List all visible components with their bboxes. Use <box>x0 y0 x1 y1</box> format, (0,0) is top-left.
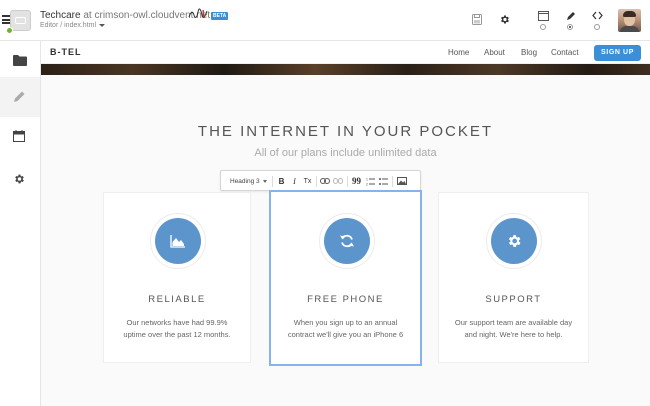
gear-icon <box>15 174 24 184</box>
signup-button[interactable]: SIGN UP <box>594 45 641 61</box>
status-check-icon <box>6 27 13 34</box>
cloudcannon-editor: Techcare at crimson-owl.cloudvent.net BE… <box>0 0 650 406</box>
icon-ring <box>486 213 542 269</box>
code-view-radio[interactable] <box>594 24 600 30</box>
icon-ring <box>319 213 375 269</box>
visual-view-icon[interactable] <box>538 11 549 21</box>
toolbar-divider <box>392 176 393 187</box>
nav-link-contact[interactable]: Contact <box>551 48 579 57</box>
feature-card-free-phone[interactable]: FREE PHONE When you sign up to an annual… <box>269 190 422 366</box>
site-name: Techcare <box>40 10 81 21</box>
sidebar-item-editor[interactable] <box>0 77 40 117</box>
menu-icon[interactable] <box>2 15 10 24</box>
sidebar-item-files[interactable] <box>0 41 40 81</box>
nav-link-blog[interactable]: Blog <box>521 48 537 57</box>
sidebar-item-settings[interactable] <box>0 160 40 200</box>
section-title[interactable]: THE INTERNET IN YOUR POCKET <box>41 123 650 140</box>
refresh-icon <box>340 234 354 248</box>
top-bar: Techcare at crimson-owl.cloudvent.net BE… <box>0 0 650 41</box>
site-preview: B-TEL Home About Blog Contact SIGN UP TH… <box>41 41 650 406</box>
site-title: Techcare at crimson-owl.cloudvent.net <box>40 10 210 21</box>
feature-card-support[interactable]: SUPPORT Our support team are available d… <box>438 192 589 363</box>
image-icon[interactable] <box>397 177 407 185</box>
chevron-down-icon <box>262 179 267 183</box>
card-text[interactable]: Our networks have had 99.9% uptime over … <box>118 317 236 341</box>
bold-button[interactable]: B <box>276 175 287 188</box>
icon-circle <box>491 218 537 264</box>
pencil-icon[interactable] <box>566 11 576 21</box>
beta-badge: BETA <box>211 12 229 20</box>
icon-ring <box>150 213 206 269</box>
toolbar-divider <box>272 176 273 187</box>
jekyll-logo-icon <box>188 8 208 19</box>
feature-card-reliable[interactable]: RELIABLE Our networks have had 99.9% upt… <box>103 192 251 363</box>
formatting-toolbar: Heading 3 B I Tx 99 1 2 <box>220 170 421 191</box>
link-icon[interactable] <box>320 178 330 184</box>
toolbar-divider <box>347 176 348 187</box>
nav-link-home[interactable]: Home <box>448 48 469 57</box>
sidebar <box>0 41 41 406</box>
format-select-value: Heading 3 <box>230 178 260 185</box>
card-title[interactable]: SUPPORT <box>439 294 588 305</box>
pencil-icon <box>14 91 25 102</box>
unlink-icon[interactable] <box>333 178 343 184</box>
content-view-radio[interactable] <box>567 24 573 30</box>
format-select[interactable]: Heading 3 <box>225 175 269 188</box>
save-icon[interactable] <box>472 14 482 25</box>
section-subtitle[interactable]: All of our plans include unlimited data <box>41 147 650 159</box>
svg-text:1: 1 <box>366 178 368 182</box>
site-thumbnail[interactable] <box>10 10 31 31</box>
gear-icon <box>508 235 521 247</box>
card-title[interactable]: RELIABLE <box>104 294 250 305</box>
nav-link-about[interactable]: About <box>484 48 505 57</box>
card-text[interactable]: When you sign up to an annual contract w… <box>285 317 406 341</box>
site-at: at <box>83 10 92 21</box>
italic-button[interactable]: I <box>289 175 300 188</box>
hero-image <box>41 64 650 75</box>
card-text[interactable]: Our support team are available day and n… <box>453 317 574 341</box>
avatar[interactable] <box>618 9 641 32</box>
visual-view-radio[interactable] <box>540 24 546 30</box>
card-title[interactable]: FREE PHONE <box>271 294 420 305</box>
bullet-list-icon[interactable] <box>379 177 388 186</box>
folder-icon <box>13 55 27 66</box>
site-brand[interactable]: B-TEL <box>50 47 82 57</box>
chevron-down-icon <box>99 23 106 27</box>
chart-area-icon <box>170 235 185 248</box>
calendar-icon <box>13 130 25 142</box>
numbered-list-icon[interactable]: 1 2 <box>366 177 375 186</box>
svg-text:2: 2 <box>366 183 368 187</box>
clear-format-button[interactable]: Tx <box>302 175 313 188</box>
code-icon[interactable] <box>592 11 603 20</box>
breadcrumb-path: Editor / index.html <box>40 22 97 29</box>
gear-icon[interactable] <box>499 14 510 25</box>
site-navbar: B-TEL Home About Blog Contact SIGN UP <box>41 41 650 64</box>
icon-circle <box>155 218 201 264</box>
blockquote-button[interactable]: 99 <box>351 175 362 188</box>
toolbar-divider <box>316 176 317 187</box>
icon-circle <box>324 218 370 264</box>
sidebar-item-posts[interactable] <box>0 117 40 157</box>
breadcrumb[interactable]: Editor / index.html <box>40 22 106 29</box>
